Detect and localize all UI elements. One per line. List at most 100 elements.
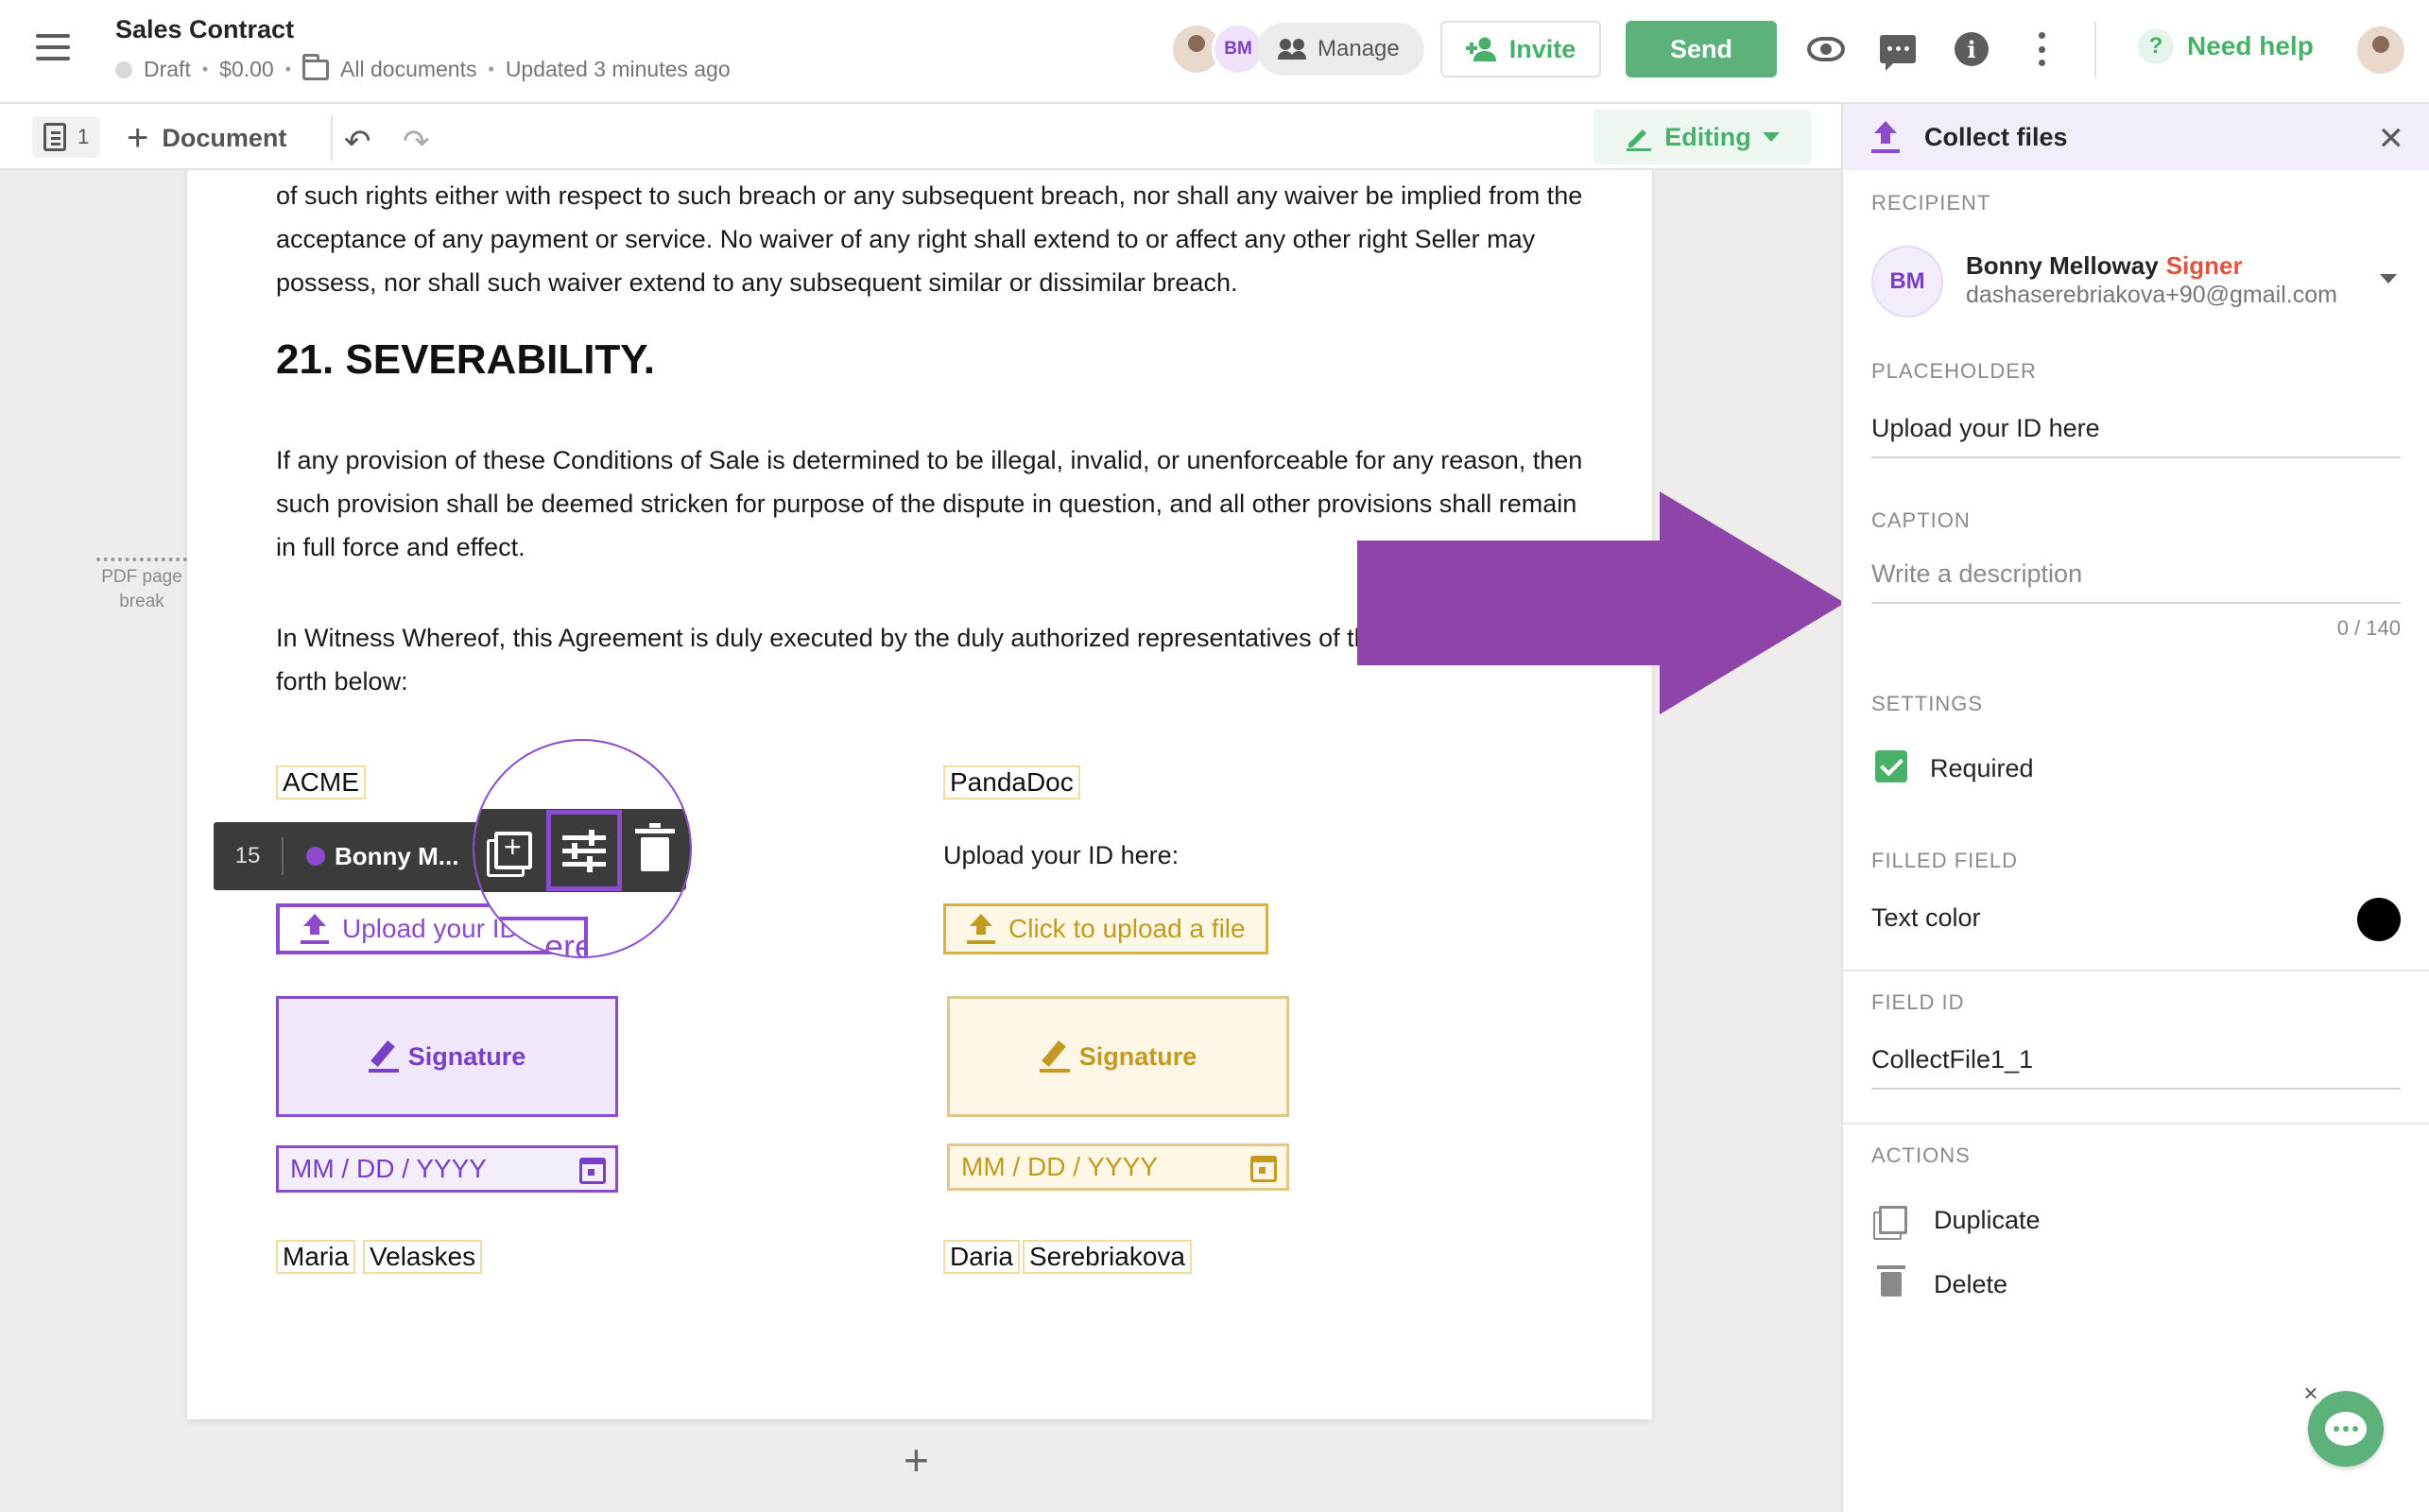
field-id-input[interactable]: CollectFile1_1 bbox=[1871, 1045, 2401, 1090]
need-help-label: Need help bbox=[2187, 31, 2314, 60]
paragraph-waiver: of such rights either with respect to su… bbox=[276, 181, 1583, 297]
add-document-button[interactable]: + Document bbox=[127, 119, 286, 157]
preview-button[interactable] bbox=[1805, 28, 1847, 70]
upload-icon bbox=[301, 914, 329, 944]
date-field-right[interactable]: MM / DD / YYYY bbox=[947, 1143, 1289, 1191]
chevron-down-icon bbox=[1762, 132, 1780, 142]
field-signer-selector[interactable]: Bonny M... bbox=[284, 842, 463, 871]
redo-icon[interactable]: ↷ bbox=[403, 123, 430, 161]
comments-button[interactable] bbox=[1877, 28, 1919, 71]
add-person-icon bbox=[1465, 37, 1496, 61]
editing-mode-dropdown[interactable]: Editing bbox=[1593, 110, 1811, 164]
pencil-icon bbox=[1627, 129, 1652, 151]
trash-icon bbox=[635, 823, 675, 871]
manage-button[interactable]: Manage bbox=[1257, 23, 1424, 76]
editor-toolbar: 1 + Document ↶ ↷ Editing bbox=[0, 104, 1841, 170]
signature-field-left[interactable]: Signature bbox=[276, 996, 618, 1117]
toolbar-divider bbox=[331, 115, 333, 161]
need-help-button[interactable]: ? Need help bbox=[2138, 28, 2314, 64]
chevron-down-icon[interactable] bbox=[2380, 274, 2397, 284]
top-header: Sales Contract Draft • $0.00 • All docum… bbox=[0, 0, 2429, 104]
document-page[interactable]: of such rights either with respect to su… bbox=[187, 170, 1652, 1419]
folder-link[interactable]: All documents bbox=[340, 57, 476, 82]
folder-icon bbox=[302, 53, 330, 80]
date-placeholder: MM / DD / YYYY bbox=[290, 1154, 487, 1183]
placeholder-input[interactable]: Upload your ID here bbox=[1871, 414, 2401, 458]
page-count: 1 bbox=[78, 125, 90, 148]
info-button[interactable]: i bbox=[1951, 28, 1992, 70]
plus-icon: + bbox=[127, 117, 149, 159]
updated-timestamp: Updated 3 minutes ago bbox=[505, 57, 731, 81]
settings-sliders-icon bbox=[562, 830, 606, 872]
panel-header: Collect files bbox=[1843, 104, 2429, 170]
add-document-label: Document bbox=[162, 123, 287, 152]
duplicate-icon bbox=[1879, 1206, 1907, 1234]
calendar-icon[interactable] bbox=[1250, 1156, 1277, 1182]
settings-label: SETTINGS bbox=[1871, 692, 1984, 715]
field-settings-button[interactable] bbox=[546, 810, 622, 891]
actions-label: ACTIONS bbox=[1871, 1143, 1971, 1167]
help-icon: ? bbox=[2138, 28, 2174, 64]
info-icon: i bbox=[1955, 32, 1989, 66]
left-last-name[interactable]: Velaskes bbox=[363, 1240, 483, 1274]
page-break-label: PDF page break bbox=[101, 567, 182, 611]
upload-icon bbox=[967, 914, 995, 944]
recipient-email: dashaserebriakova+90@gmail.com bbox=[1966, 282, 2337, 308]
document-amount: $0.00 bbox=[219, 57, 274, 81]
close-icon[interactable]: ✕ bbox=[2378, 123, 2405, 155]
party-right-tag[interactable]: PandaDoc bbox=[943, 765, 1080, 799]
menu-icon[interactable] bbox=[36, 34, 70, 60]
right-first-name[interactable]: Daria bbox=[943, 1240, 1020, 1274]
eye-icon bbox=[1807, 37, 1845, 61]
date-field-left[interactable]: MM / DD / YYYY bbox=[276, 1145, 618, 1193]
chat-widget-close-icon[interactable]: × bbox=[2299, 1381, 2323, 1406]
meta-separator: • bbox=[284, 60, 292, 78]
panel-divider bbox=[1843, 970, 2429, 971]
right-last-name[interactable]: Serebriakova bbox=[1023, 1240, 1192, 1274]
meta-separator: • bbox=[488, 60, 494, 78]
invite-button[interactable]: Invite bbox=[1440, 21, 1601, 77]
document-canvas[interactable]: PDF page break of such rights either wit… bbox=[0, 170, 1841, 1512]
date-placeholder: MM / DD / YYYY bbox=[961, 1152, 1158, 1181]
caption-label: CAPTION bbox=[1871, 508, 1971, 532]
header-divider bbox=[2094, 21, 2096, 79]
properties-panel: Collect files ✕ RECIPIENT BM Bonny Mello… bbox=[1841, 104, 2429, 1512]
more-button[interactable] bbox=[2021, 28, 2062, 70]
text-color-swatch[interactable] bbox=[2357, 898, 2401, 941]
left-first-name[interactable]: Maria bbox=[276, 1240, 356, 1274]
section-heading: 21. SEVERABILITY. bbox=[276, 336, 656, 383]
panel-title: Collect files bbox=[1924, 122, 2068, 151]
signature-field-right[interactable]: Signature bbox=[947, 996, 1289, 1117]
invite-label: Invite bbox=[1508, 34, 1576, 63]
duplicate-field-button[interactable] bbox=[488, 825, 539, 876]
people-icon bbox=[1278, 39, 1308, 60]
upload-prompt: Upload your ID here: bbox=[943, 841, 1180, 869]
caption-input[interactable]: Write a description bbox=[1871, 559, 2401, 604]
panel-divider bbox=[1843, 1123, 2429, 1125]
calendar-icon[interactable] bbox=[579, 1158, 606, 1184]
party-left-tag[interactable]: ACME bbox=[276, 765, 366, 799]
placeholder-label: PLACEHOLDER bbox=[1871, 359, 2037, 383]
collect-file-field-right[interactable]: Click to upload a file bbox=[943, 903, 1268, 954]
document-meta: Draft • $0.00 • All documents • Updated … bbox=[115, 53, 731, 82]
manage-label: Manage bbox=[1318, 36, 1400, 61]
zoom-callout: ere bbox=[473, 739, 692, 958]
pages-icon bbox=[43, 123, 66, 151]
pages-button[interactable]: 1 bbox=[32, 116, 101, 158]
chat-icon bbox=[2325, 1412, 2367, 1446]
editing-label: Editing bbox=[1664, 122, 1751, 151]
undo-icon[interactable]: ↶ bbox=[344, 123, 371, 161]
add-page-button[interactable]: + bbox=[904, 1435, 929, 1486]
field-number: 15 bbox=[234, 843, 261, 868]
document-title[interactable]: Sales Contract bbox=[115, 15, 294, 44]
recipient-label: RECIPIENT bbox=[1871, 191, 1991, 215]
required-checkbox[interactable] bbox=[1875, 750, 1907, 782]
send-button[interactable]: Send bbox=[1626, 21, 1777, 77]
required-label: Required bbox=[1930, 754, 2034, 782]
user-avatar[interactable] bbox=[2357, 26, 2404, 74]
status-badge: Draft bbox=[144, 57, 191, 81]
more-icon bbox=[2038, 32, 2045, 66]
delete-field-button[interactable] bbox=[629, 823, 680, 876]
text-color-label: Text color bbox=[1871, 903, 1981, 932]
signature-pen-icon bbox=[368, 1040, 399, 1073]
